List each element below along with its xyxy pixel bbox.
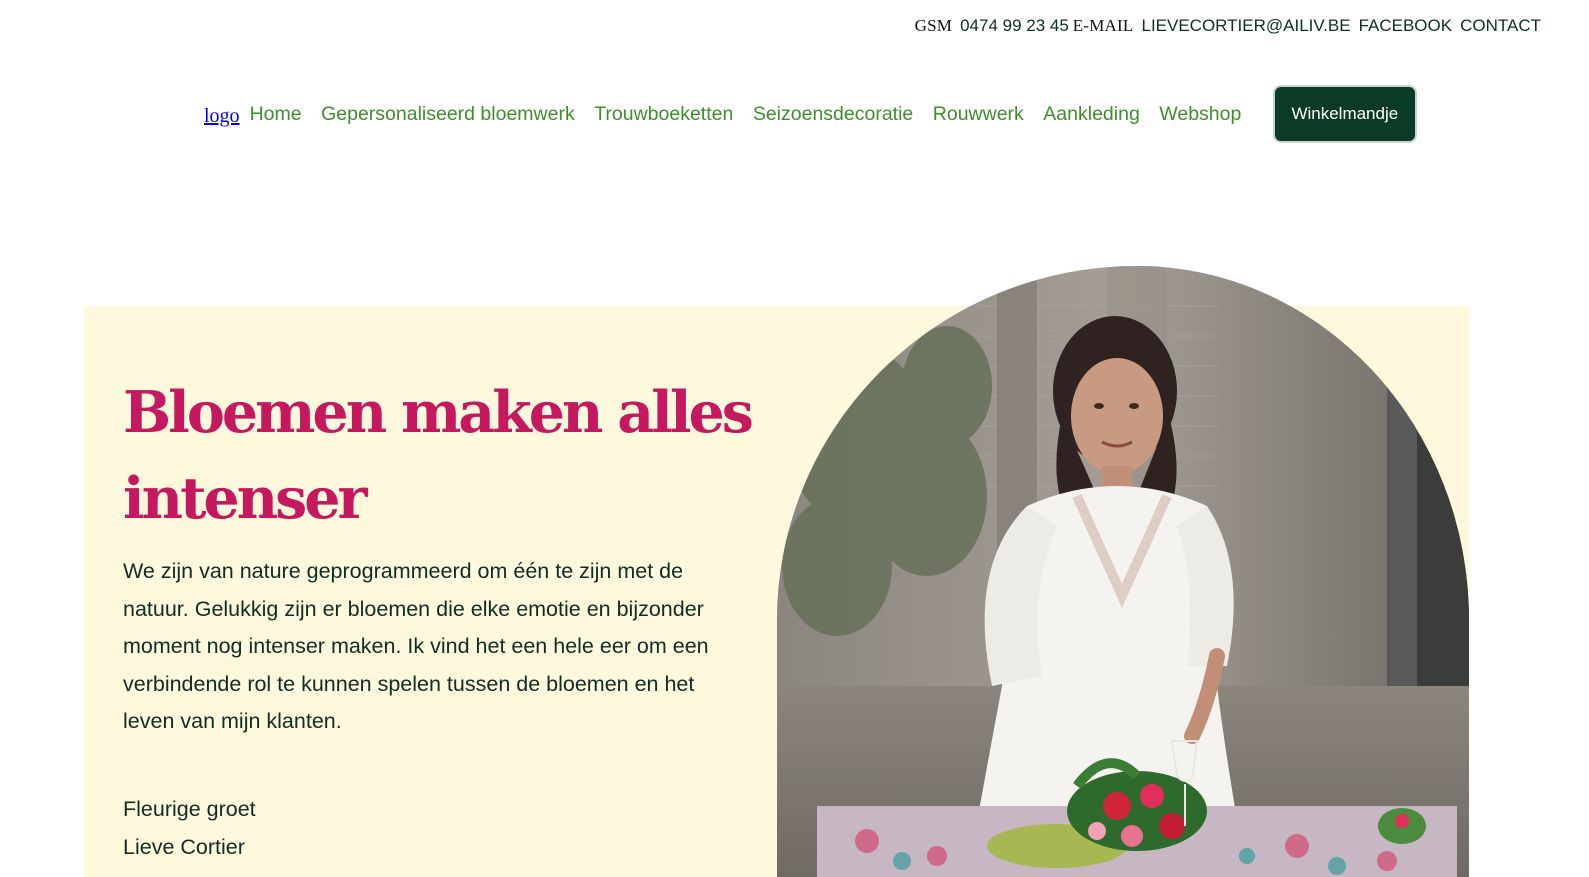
facebook-link[interactable]: FACEBOOK (1359, 16, 1453, 36)
nav-item-seizoensdecoratie[interactable]: Seizoensdecoratie (753, 103, 913, 126)
nav-item-gepersonaliseerd-bloemwerk[interactable]: Gepersonaliseerd bloemwerk (321, 103, 575, 126)
nav-item-aankleding[interactable]: Aankleding (1043, 103, 1140, 126)
hero-title: Bloemen maken alles intenser (123, 379, 754, 532)
hero-text: We zijn van nature geprogrammeerd om één… (123, 559, 709, 734)
signoff: Fleurige groet Lieve Cortier (123, 790, 256, 866)
cart-button[interactable]: Winkelmandje (1272, 85, 1417, 143)
email-link[interactable]: LIEVECORTIER@AILIV.BE (1141, 16, 1350, 36)
nav-item-webshop[interactable]: Webshop (1159, 103, 1241, 126)
signature: Lieve Cortier (123, 835, 245, 859)
main-nav: logo Home Gepersonaliseerd bloemwerk Tro… (204, 84, 1417, 144)
greeting: Fleurige groet (123, 797, 256, 821)
logo-link[interactable]: logo (204, 105, 240, 128)
email-label: E-MAIL (1072, 16, 1134, 35)
contact-link[interactable]: CONTACT (1460, 16, 1541, 36)
contact-bar: GSM 0474 99 23 45 E-MAIL LIEVECORTIER@AI… (915, 16, 1545, 36)
nav-item-rouwwerk[interactable]: Rouwwerk (933, 103, 1024, 126)
gsm-label: GSM (914, 16, 953, 35)
nav-item-home[interactable]: Home (250, 103, 302, 126)
gsm-link[interactable]: 0474 99 23 45 (960, 16, 1069, 36)
nav-item-trouwboeketten[interactable]: Trouwboeketten (594, 103, 733, 126)
